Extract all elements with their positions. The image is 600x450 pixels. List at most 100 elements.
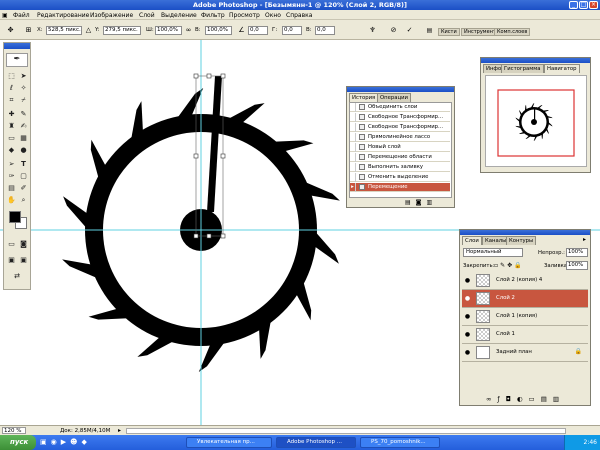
zoom-level-field[interactable]: 120 % <box>2 427 26 434</box>
visibility-eye-icon[interactable]: ● <box>463 348 472 357</box>
panel-menu-icon[interactable]: ▸ <box>583 236 586 243</box>
lasso-tool-icon[interactable]: ℓ <box>6 83 17 93</box>
gradient-tool-icon[interactable]: ▦ <box>18 133 29 143</box>
lock-image-icon[interactable]: ✎ <box>500 262 505 269</box>
dodge-tool-icon[interactable]: ● <box>18 145 29 155</box>
fill-field[interactable]: 100% <box>566 261 588 270</box>
menu-view[interactable]: Просмотр <box>229 12 260 19</box>
eyedropper-tool-icon[interactable]: ✐ <box>18 183 29 193</box>
hand-tool-icon[interactable]: ✋ <box>6 195 17 205</box>
quick-mask-icon[interactable]: ◙ <box>18 239 29 249</box>
menu-select[interactable]: Выделение <box>161 12 197 19</box>
visibility-eye-icon[interactable]: ● <box>463 312 472 321</box>
palette-well-brushes[interactable]: Кисти <box>438 28 460 36</box>
palette-well-layer-comps[interactable]: Комп.слоев <box>494 28 531 36</box>
slice-tool-icon[interactable]: ⌿ <box>18 95 29 105</box>
minimize-icon[interactable]: _ <box>569 1 578 9</box>
maximize-icon[interactable]: □ <box>579 1 588 9</box>
cancel-transform-icon[interactable]: ⊘ <box>389 26 398 35</box>
history-item[interactable]: Отменить выделение <box>350 173 450 182</box>
visibility-eye-icon[interactable]: ● <box>463 294 472 303</box>
adjustment-layer-icon[interactable]: ◐ <box>517 395 523 403</box>
healing-brush-tool-icon[interactable]: ✚ <box>6 109 17 119</box>
quicklaunch-messenger-icon[interactable]: ☻ <box>70 438 77 446</box>
shape-tool-icon[interactable]: ▢ <box>18 171 29 181</box>
history-item[interactable]: Выполнить заливку <box>350 163 450 172</box>
new-group-icon[interactable]: ▭ <box>529 395 535 403</box>
magic-wand-tool-icon[interactable]: ✧ <box>18 83 29 93</box>
menu-edit[interactable]: Редактирование <box>37 12 89 19</box>
layer-mask-icon[interactable]: ◘ <box>506 395 511 403</box>
move-tool-preset-icon[interactable]: ✥ <box>6 26 15 35</box>
blur-tool-icon[interactable]: ◆ <box>6 145 17 155</box>
layer-style-icon[interactable]: ƒ <box>497 395 499 403</box>
pen-tool-icon[interactable]: ✑ <box>6 171 17 181</box>
notes-tool-icon[interactable]: ▤ <box>6 183 17 193</box>
tab-paths[interactable]: Контуры <box>506 236 537 245</box>
layer-row[interactable]: ● Слой 1 (копия) <box>462 308 588 326</box>
tab-histogram[interactable]: Гистограмма <box>501 64 544 73</box>
link-layers-icon[interactable]: ∞ <box>486 395 491 403</box>
height-scale-field[interactable]: 100,0% <box>205 26 232 35</box>
chain-link-icon[interactable]: ∞ <box>184 26 193 35</box>
blend-mode-select[interactable]: Нормальный <box>463 248 523 257</box>
quicklaunch-media-icon[interactable]: ▶ <box>61 438 66 446</box>
delete-layer-icon[interactable]: ▥ <box>553 395 559 403</box>
rotation-angle-field[interactable]: 0,0 <box>248 26 268 35</box>
status-menu-icon[interactable]: ▸ <box>118 427 121 434</box>
taskbar-item[interactable]: Увлекательная пр... <box>186 437 272 448</box>
quicklaunch-desktop-icon[interactable]: ▣ <box>40 438 47 446</box>
move-tool-icon[interactable]: ➤ <box>18 71 29 81</box>
zoom-tool-icon[interactable]: ⌕ <box>18 195 29 205</box>
history-item-selected[interactable]: ▸ Перемещение <box>350 183 450 192</box>
history-brush-tool-icon[interactable]: ✍ <box>18 121 29 131</box>
marquee-tool-icon[interactable]: ⬚ <box>6 71 17 81</box>
feather-logo-icon[interactable]: ✒ <box>6 53 28 67</box>
history-item[interactable]: Новый слой <box>350 143 450 152</box>
history-item[interactable]: Свободное Трансформир... <box>350 123 450 132</box>
tab-navigator[interactable]: Навигатор <box>544 64 580 73</box>
layer-row[interactable]: ● Слой 2 (копия) 4 <box>462 272 588 290</box>
tab-actions[interactable]: Операции <box>377 93 411 102</box>
layer-row[interactable]: ● Задний план 🔒 <box>462 344 588 362</box>
visibility-eye-icon[interactable]: ● <box>463 330 472 339</box>
lock-all-icon[interactable]: 🔒 <box>514 262 521 269</box>
vertical-skew-field[interactable]: 0,0 <box>315 26 335 35</box>
lock-position-icon[interactable]: ✥ <box>507 262 512 269</box>
menu-layer[interactable]: Слой <box>139 12 155 19</box>
window-title-bar[interactable]: Adobe Photoshop - [Безымянн-1 @ 120% (Сл… <box>0 0 600 10</box>
menu-window[interactable]: Окно <box>265 12 281 19</box>
visibility-eye-icon[interactable]: ● <box>463 276 472 285</box>
relative-position-icon[interactable]: △ <box>84 26 93 35</box>
layer-row-selected[interactable]: ● Слой 2 <box>462 290 588 308</box>
new-document-from-state-icon[interactable]: ▤ <box>405 199 411 206</box>
quicklaunch-app-icon[interactable]: ◆ <box>81 438 86 446</box>
brush-tool-icon[interactable]: ✎ <box>18 109 29 119</box>
jump-to-imageready-icon[interactable]: ⇄ <box>6 271 28 281</box>
screen-mode-standard-icon[interactable]: ▣ <box>6 255 17 265</box>
eraser-tool-icon[interactable]: ▭ <box>6 133 17 143</box>
menu-help[interactable]: Справка <box>286 12 312 19</box>
navigator-preview[interactable] <box>485 75 587 167</box>
menu-filter[interactable]: Фильтр <box>201 12 225 19</box>
taskbar-item-active[interactable]: Adobe Photoshop ... <box>276 437 356 448</box>
new-snapshot-icon[interactable]: ◙ <box>416 199 422 206</box>
layer-row[interactable]: ● Слой 1 <box>462 326 588 344</box>
crop-tool-icon[interactable]: ⌗ <box>6 95 17 105</box>
screen-mode-full-icon[interactable]: ▣ <box>18 255 29 265</box>
ps-logo-icon[interactable]: ▣ <box>2 12 8 19</box>
reference-point-icon[interactable]: ⊞ <box>24 26 33 35</box>
commit-transform-icon[interactable]: ✓ <box>405 26 414 35</box>
opacity-field[interactable]: 100% <box>566 248 588 257</box>
menu-file[interactable]: Файл <box>13 12 30 19</box>
type-tool-icon[interactable]: T <box>18 159 29 169</box>
history-item[interactable]: Прямолинейное лассо <box>350 133 450 142</box>
new-layer-icon[interactable]: ▤ <box>541 395 547 403</box>
horizontal-skew-field[interactable]: 0,0 <box>282 26 302 35</box>
trash-icon[interactable]: ▥ <box>427 199 433 206</box>
menu-image[interactable]: Изображение <box>90 12 133 19</box>
close-icon[interactable]: × <box>589 1 598 9</box>
y-position-field[interactable]: 279,5 пикс. <box>103 26 141 35</box>
width-scale-field[interactable]: 100,0% <box>155 26 182 35</box>
standard-mode-icon[interactable]: ▭ <box>6 239 17 249</box>
